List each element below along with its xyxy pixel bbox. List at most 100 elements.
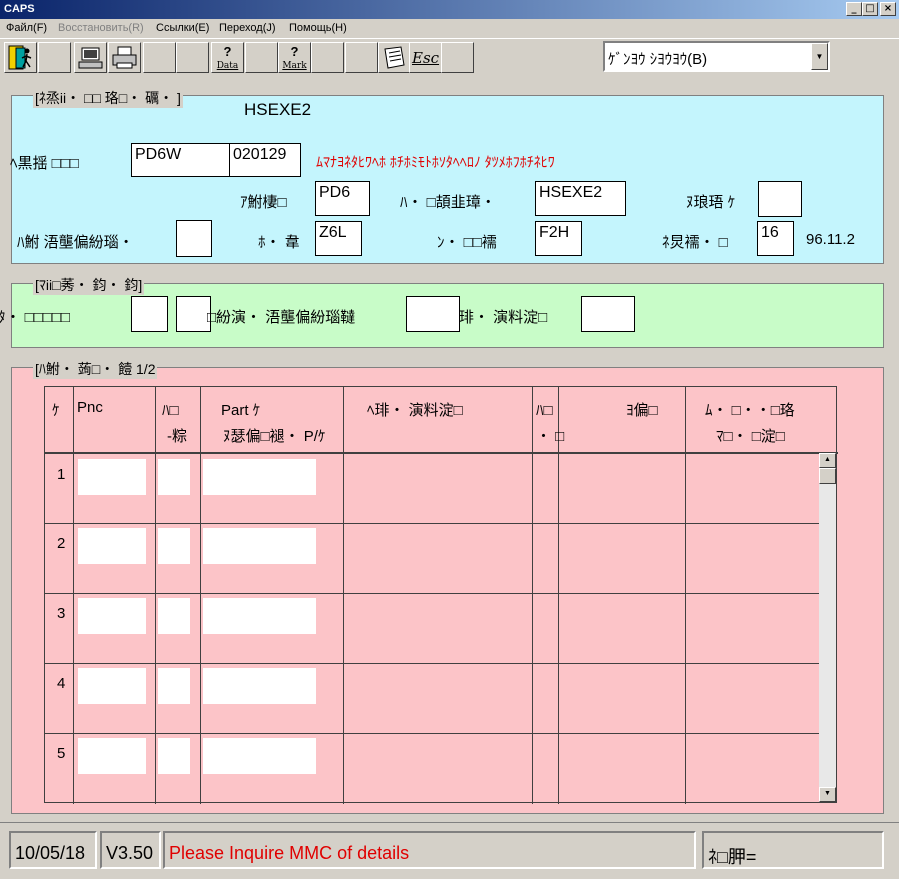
question-mark-icon: ?	[290, 44, 299, 59]
pnc-input[interactable]	[78, 598, 146, 634]
help-mark-button[interactable]: ? Mark	[278, 42, 311, 73]
toolbar-blank-6[interactable]	[345, 42, 378, 73]
frame-label: ﾍ黒揺 □□□	[10, 155, 79, 172]
col-divider-3	[200, 387, 201, 804]
options-field-c[interactable]	[581, 296, 635, 332]
question-icon: ?	[223, 44, 232, 59]
options-field-b[interactable]	[406, 296, 460, 332]
toolbar-blank-7[interactable]	[441, 42, 474, 73]
vehicle-info-legend: [ﾈ烝ii・ □□ 珞□・ 礪・ ]	[33, 88, 183, 108]
field-c[interactable]	[758, 181, 802, 217]
close-button[interactable]: ×	[880, 2, 896, 16]
frame-prefix-field[interactable]: PD6W	[131, 143, 230, 177]
qty-input[interactable]	[158, 528, 190, 564]
menu-goto[interactable]: Переход(J)	[219, 22, 276, 34]
row-divider-4	[45, 733, 820, 734]
part-input[interactable]	[203, 528, 316, 564]
header-col8a: ﾑ・ □・・□珞	[705, 402, 795, 419]
row-number: 4	[57, 675, 66, 692]
minimize-button[interactable]: _	[846, 2, 862, 16]
header-divider	[45, 452, 838, 454]
toolbar-blank-1[interactable]	[38, 42, 71, 73]
col-divider-6	[558, 387, 559, 804]
toolbar-blank-2[interactable]	[143, 42, 176, 73]
field-f[interactable]: F2H	[535, 221, 582, 256]
menu-restore[interactable]: Восстановить(R)	[58, 22, 144, 34]
qty-input[interactable]	[158, 598, 190, 634]
help-data-button[interactable]: ? Data	[211, 42, 244, 73]
part-input[interactable]	[203, 738, 316, 774]
header-col6b: ・ □	[536, 428, 565, 445]
col-divider-1	[73, 387, 74, 804]
status-date: 10/05/18	[9, 831, 97, 869]
options-field-a2[interactable]	[176, 296, 211, 332]
toolbar-blank-5[interactable]	[311, 42, 344, 73]
model-code: HSEXE2	[244, 100, 312, 119]
menu-file[interactable]: Файл(F)	[6, 22, 47, 34]
header-col6a: ﾊ□	[536, 402, 553, 419]
esc-button[interactable]: Esc	[409, 42, 442, 73]
field-g[interactable]: 16	[757, 221, 794, 256]
field-d[interactable]	[176, 220, 212, 257]
header-col3b: -粽	[167, 428, 187, 445]
pnc-input[interactable]	[78, 528, 146, 564]
scroll-thumb[interactable]	[819, 468, 836, 484]
computer-button[interactable]	[74, 42, 107, 73]
warning-text: ﾑﾏﾅﾖﾈﾀﾋﾜﾍﾎ ﾎﾁﾎﾐﾓﾄﾎｿﾀﾍﾍﾛﾉ ﾀﾂﾒﾎﾌﾎﾁﾈﾋﾜ	[316, 154, 555, 170]
label-g: ﾈ炅襦・ □	[662, 234, 728, 251]
toolbar-blank-4[interactable]	[245, 42, 278, 73]
pnc-input[interactable]	[78, 668, 146, 704]
status-message: Please Inquire MMC of details	[163, 831, 696, 869]
row-number: 2	[57, 535, 66, 552]
qty-input[interactable]	[158, 668, 190, 704]
frame-date-field[interactable]: 020129	[229, 143, 301, 177]
label-d: ﾊ鮒 浯壟偏紛瑙・	[17, 234, 134, 251]
row-divider-2	[45, 593, 820, 594]
field-b[interactable]: HSEXE2	[535, 181, 626, 216]
printer-button[interactable]	[108, 42, 141, 73]
parts-table: ｹ Pnc ﾊ□ -粽 Part ｹ ﾇ瑟偏□褪・ P/ｹ ﾍ琲・ 演料淀□ ﾊ…	[44, 386, 838, 804]
scroll-down-icon[interactable]: ▼	[819, 787, 836, 802]
menu-help[interactable]: Помощь(H)	[289, 22, 347, 34]
menu-links[interactable]: Ссылки(E)	[156, 22, 209, 34]
notepad-button[interactable]	[378, 42, 411, 73]
label-a: ｱ鮒棲□	[240, 194, 287, 211]
field-e[interactable]: Z6L	[315, 221, 362, 256]
field-a[interactable]: PD6	[315, 181, 370, 216]
col-divider-4	[343, 387, 344, 804]
mark-label: Mark	[282, 61, 307, 71]
maximize-button[interactable]: □	[862, 2, 878, 16]
header-part: Part ｹ	[221, 402, 261, 419]
window-title: CAPS	[4, 3, 35, 15]
row-divider-3	[45, 663, 820, 664]
data-label: Data	[216, 61, 239, 71]
scroll-up-icon[interactable]: ▲	[819, 453, 836, 468]
chevron-down-icon[interactable]: ▼	[811, 43, 828, 70]
mode-select[interactable]: ｹﾞﾝﾖｳ ｼﾖｳﾖｳ(B) ▼	[603, 41, 830, 72]
pnc-input[interactable]	[78, 738, 146, 774]
esc-label: Esc	[412, 49, 440, 67]
part-input[interactable]	[203, 668, 316, 704]
toolbar-blank-3[interactable]	[176, 42, 209, 73]
printer-icon	[112, 46, 137, 69]
label-b: ﾊ・ □頡韭璋・	[400, 194, 496, 211]
label-f: ﾝ・ □□襦	[437, 234, 497, 251]
exit-button[interactable]	[4, 42, 37, 73]
col-divider-5	[532, 387, 533, 804]
options-field-a1[interactable]	[131, 296, 168, 332]
title-bar: CAPS _ □ ×	[0, 0, 899, 19]
qty-input[interactable]	[158, 459, 190, 495]
status-right: ﾈ□胛=	[702, 831, 884, 869]
status-version: V3.50	[100, 831, 161, 869]
vertical-scrollbar[interactable]: ▲ ▼	[819, 453, 836, 802]
pnc-input[interactable]	[78, 459, 146, 495]
part-input[interactable]	[203, 459, 316, 495]
col-divider-2	[155, 387, 156, 804]
parts-legend: [ﾊ鮒・ 蒟□・ 饐 1/2	[33, 359, 158, 379]
row-divider-1	[45, 523, 820, 524]
qty-input[interactable]	[158, 738, 190, 774]
exit-door-icon	[8, 45, 32, 70]
part-input[interactable]	[203, 598, 316, 634]
header-col3a: ﾊ□	[162, 402, 179, 419]
row-number: 3	[57, 605, 66, 622]
